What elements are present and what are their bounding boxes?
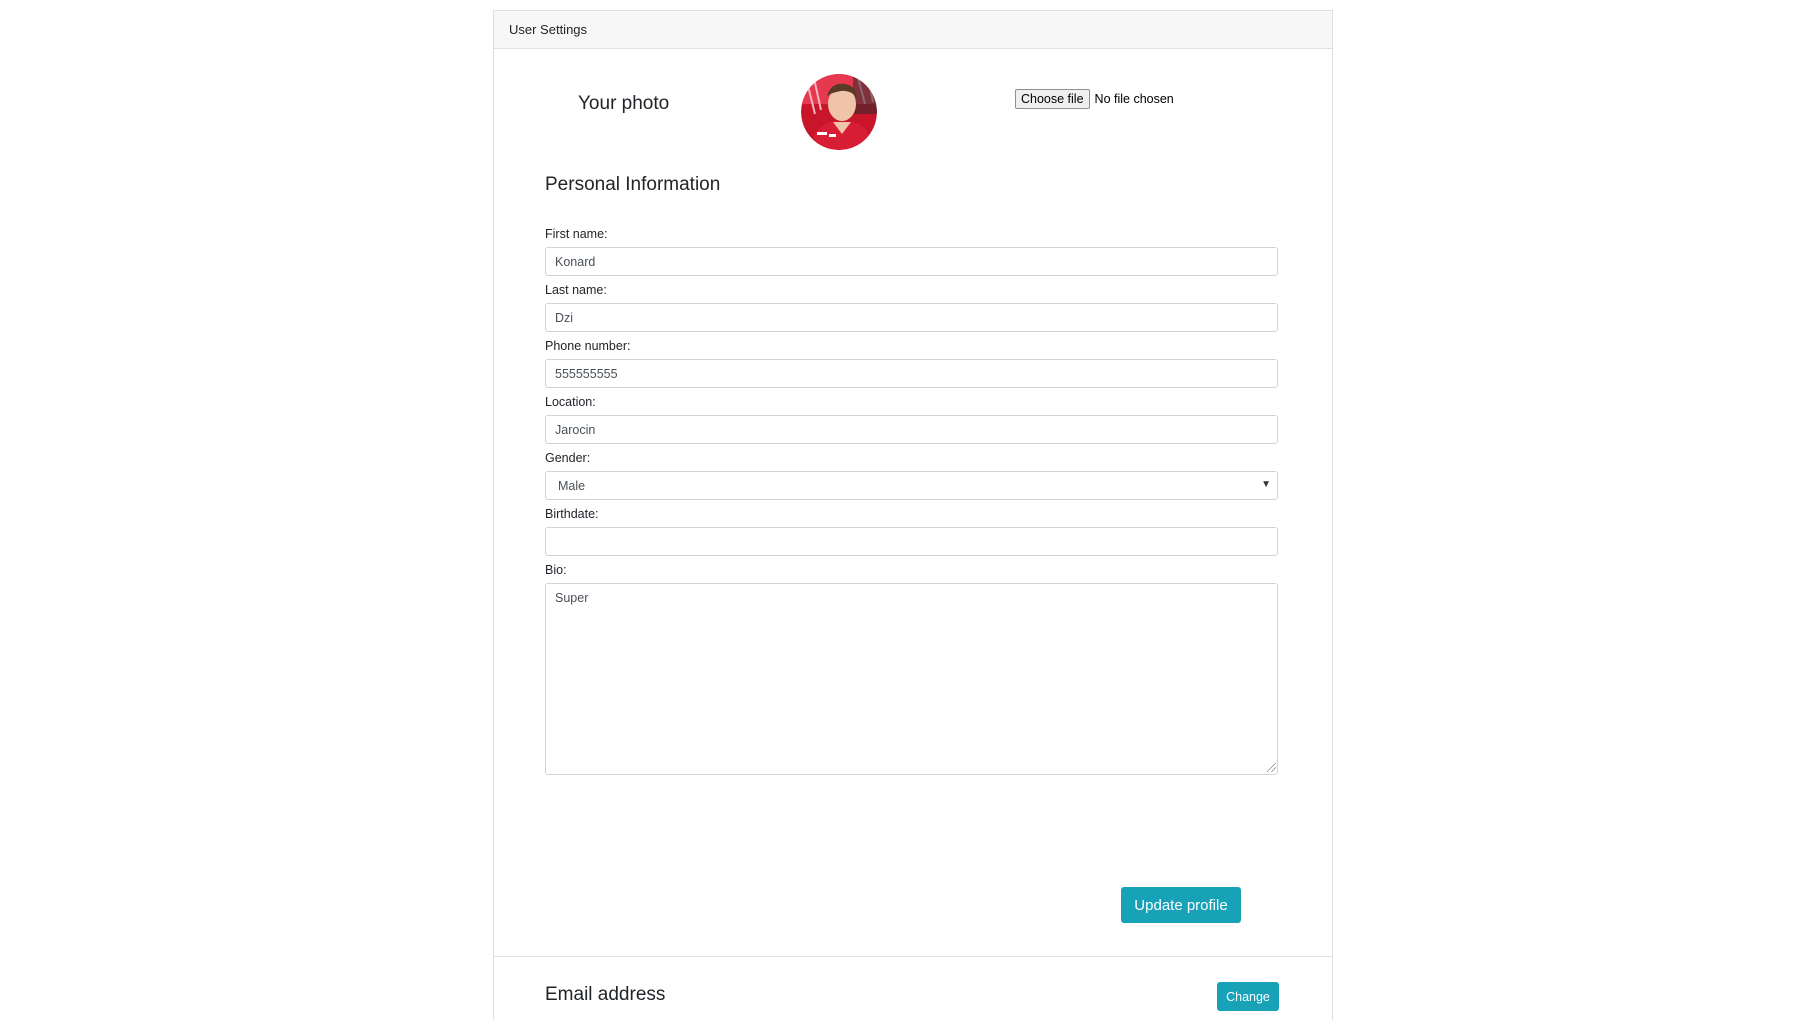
gender-label: Gender: — [545, 451, 591, 465]
choose-file-button[interactable]: Choose file — [1015, 89, 1090, 109]
email-section-title: Email address — [545, 984, 666, 1005]
avatar — [801, 74, 877, 150]
bio-textarea[interactable]: Super — [545, 583, 1278, 775]
first-name-field[interactable] — [545, 247, 1278, 276]
phone-field[interactable] — [545, 359, 1278, 388]
gender-selected-value: Male — [558, 478, 586, 493]
last-name-label: Last name: — [545, 283, 607, 297]
photo-label: Your photo — [578, 93, 670, 114]
bio-label: Bio: — [545, 563, 567, 577]
user-settings-card: User Settings Your photo Choose file No … — [493, 10, 1333, 1020]
birthdate-field[interactable] — [545, 527, 1278, 556]
first-name-label: First name: — [545, 227, 608, 241]
update-profile-button[interactable]: Update profile — [1121, 887, 1241, 923]
file-status-text: No file chosen — [1094, 92, 1174, 106]
gender-select[interactable]: Male ▼ — [545, 471, 1278, 500]
birthdate-label: Birthdate: — [545, 507, 599, 521]
change-email-button[interactable]: Change — [1217, 982, 1279, 1011]
personal-info-title: Personal Information — [545, 174, 721, 195]
card-header: User Settings — [494, 11, 1332, 49]
location-label: Location: — [545, 395, 596, 409]
card-title: User Settings — [509, 22, 588, 37]
resize-grip-icon[interactable] — [1267, 763, 1276, 772]
photo-file-input[interactable]: Choose file No file chosen — [1015, 89, 1174, 109]
phone-label: Phone number: — [545, 339, 631, 353]
photo-row: Your photo Choose file No file chosen — [494, 49, 1332, 159]
chevron-down-icon: ▼ — [1261, 479, 1271, 490]
location-field[interactable] — [545, 415, 1278, 444]
section-divider — [494, 956, 1332, 957]
last-name-field[interactable] — [545, 303, 1278, 332]
